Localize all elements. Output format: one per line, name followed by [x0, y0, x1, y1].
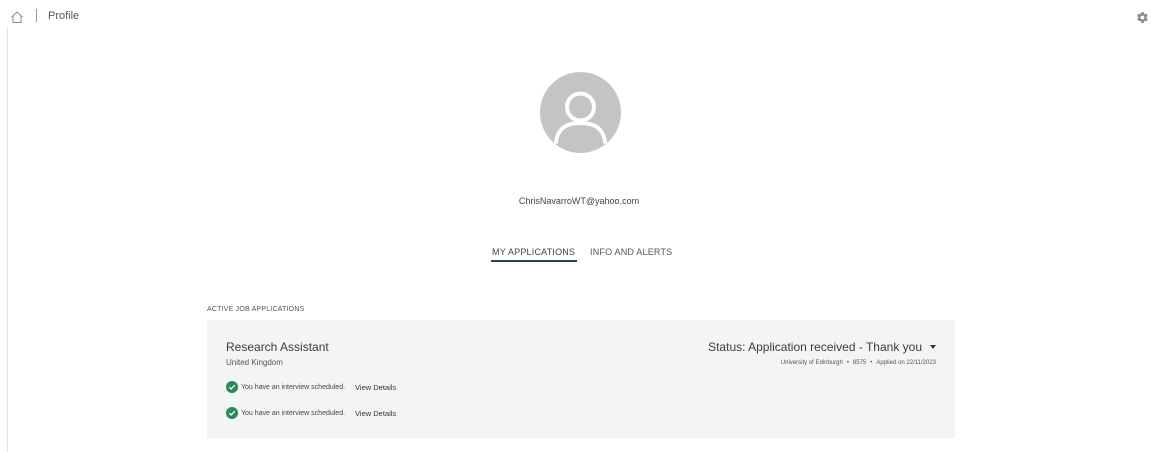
job-location: United Kingdom — [226, 358, 283, 367]
status-text: Status: Application received - Thank you — [708, 340, 922, 354]
user-email: ChrisNavarroWT@yahoo.com — [518, 196, 640, 206]
check-circle-icon — [226, 407, 238, 419]
application-card: Research Assistant United Kingdom You ha… — [207, 320, 955, 438]
interview-notice: You have an interview scheduled. View De… — [226, 406, 396, 420]
user-avatar-icon[interactable] — [540, 72, 621, 153]
page-left-border — [7, 28, 8, 452]
view-details-link[interactable]: View Details — [355, 383, 396, 392]
application-meta: University of Edinburgh • 8575 • Applied on … — [781, 360, 936, 366]
employer-name: University of Edinburgh — [780, 360, 843, 366]
job-id: 8575 — [852, 360, 867, 366]
tab-bar: MY APPLICATIONS INFO AND ALERTS — [0, 247, 1158, 267]
separator-dot: • — [846, 360, 849, 366]
gear-icon[interactable] — [1136, 11, 1149, 24]
top-bar: Profile — [0, 0, 1158, 30]
breadcrumb-separator — [36, 9, 37, 22]
chevron-down-icon[interactable] — [930, 345, 936, 349]
notice-text: You have an interview scheduled. — [241, 409, 346, 417]
view-details-link[interactable]: View Details — [355, 409, 396, 418]
section-title: ACTIVE JOB APPLICATIONS — [207, 306, 305, 313]
tab-info-and-alerts[interactable]: INFO AND ALERTS — [590, 247, 672, 257]
job-title[interactable]: Research Assistant — [226, 340, 329, 354]
active-tab-indicator — [491, 260, 577, 262]
home-icon[interactable] — [10, 10, 24, 24]
notice-text: You have an interview scheduled. — [241, 383, 346, 391]
page-title: Profile — [48, 10, 80, 22]
applied-date: Applied on 22/11/2023 — [876, 360, 936, 366]
check-circle-icon — [226, 381, 238, 393]
tab-my-applications[interactable]: MY APPLICATIONS — [492, 247, 575, 257]
interview-notice: You have an interview scheduled. View De… — [226, 380, 396, 394]
status-dropdown[interactable]: Status: Application received - Thank you — [708, 340, 936, 354]
separator-dot: • — [870, 360, 873, 366]
